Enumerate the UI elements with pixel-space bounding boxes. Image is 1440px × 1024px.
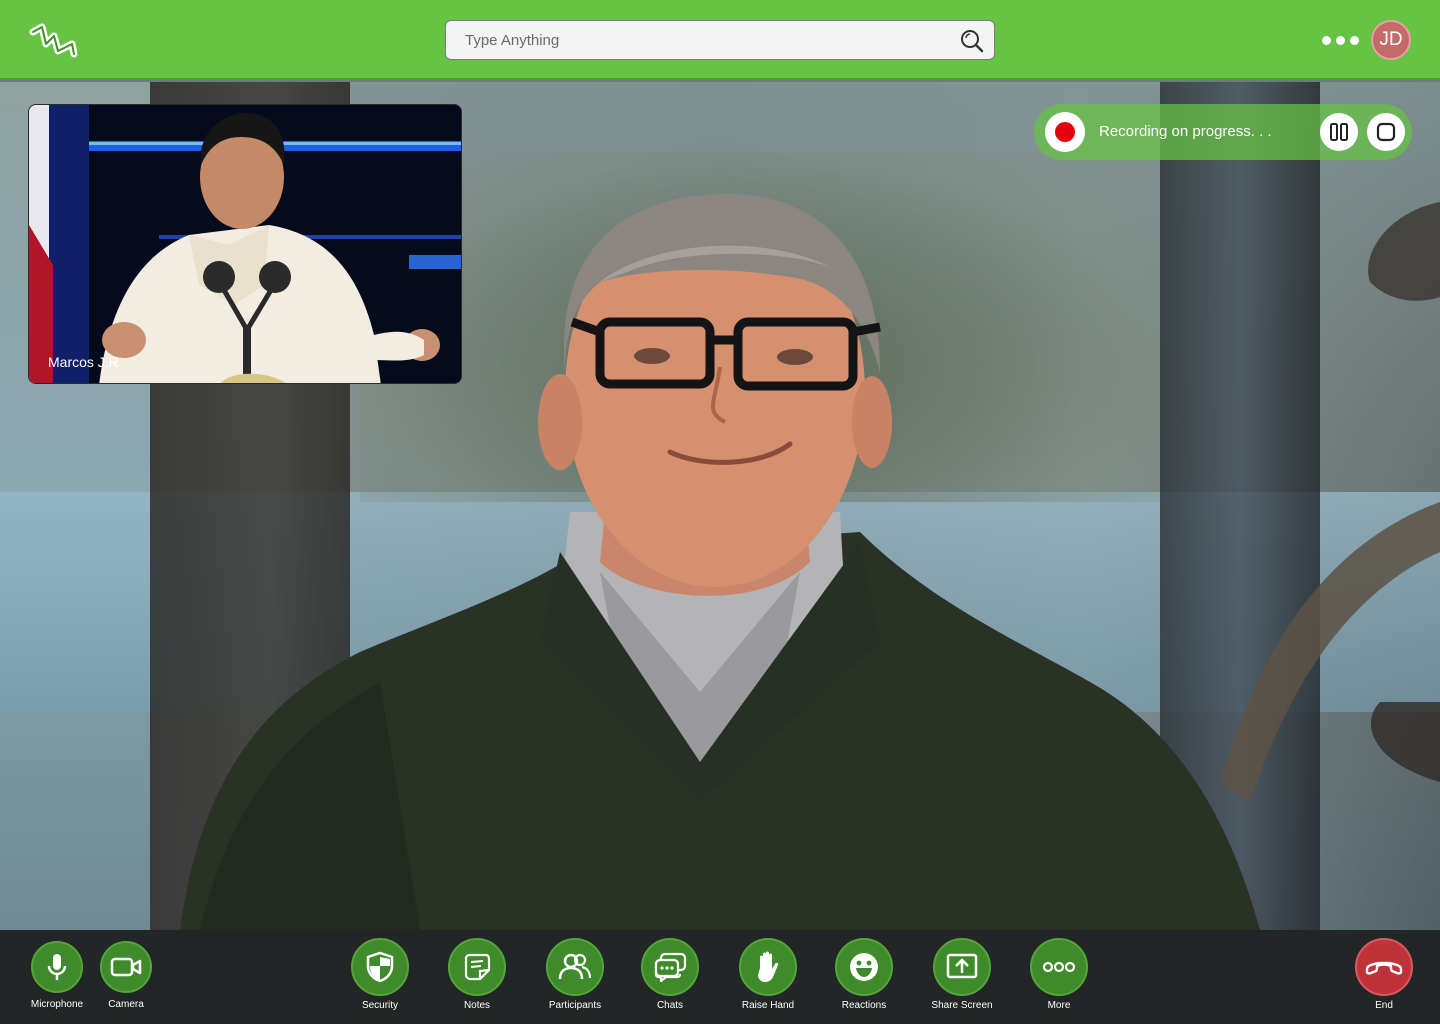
chats-button[interactable]: Chats [627, 938, 713, 1011]
hang-up-icon [1365, 961, 1403, 975]
recording-panel: Recording on progress. . . [1034, 104, 1412, 160]
recording-status-text: Recording on progress. . . [1099, 123, 1272, 140]
notes-button[interactable]: Notes [434, 938, 520, 1011]
hand-icon [758, 951, 779, 982]
pause-icon [1330, 123, 1348, 141]
share-screen-button[interactable]: Share Screen [919, 938, 1005, 1011]
smiley-icon [850, 953, 878, 981]
reactions-button[interactable]: Reactions [821, 938, 907, 1011]
end-label: End [1375, 1000, 1393, 1011]
stop-icon [1376, 122, 1396, 142]
microphone-icon [47, 954, 67, 980]
recording-indicator-icon [1045, 112, 1085, 152]
chats-label: Chats [656, 1000, 684, 1011]
camera-button[interactable]: Camera [83, 938, 169, 1010]
share-screen-label: Share Screen [931, 1000, 993, 1011]
more-horizontal-icon[interactable] [1318, 28, 1362, 52]
shield-icon [366, 951, 394, 983]
pip-video-tile[interactable]: Marcos J.R [28, 104, 462, 384]
end-call-button[interactable]: End [1341, 938, 1427, 1011]
share-screen-icon [946, 953, 978, 979]
chat-icon [654, 952, 687, 982]
more-button[interactable]: More [1016, 938, 1102, 1011]
stop-recording-button[interactable] [1367, 113, 1405, 151]
security-button[interactable]: Security [337, 938, 423, 1011]
pause-recording-button[interactable] [1320, 113, 1358, 151]
participants-button[interactable]: Participants [532, 938, 618, 1011]
pip-video-feed [29, 105, 461, 383]
participants-label: Participants [548, 1000, 602, 1011]
search-bar[interactable]: Type Anything [445, 20, 995, 60]
notes-label: Notes [463, 1000, 491, 1011]
raise-hand-label: Raise Hand [741, 1000, 795, 1011]
top-bar: Type Anything JD [0, 0, 1440, 80]
avatar[interactable]: JD [1371, 20, 1411, 60]
logo-icon[interactable] [26, 18, 82, 64]
camera-label: Camera [108, 999, 144, 1010]
notes-icon [464, 953, 491, 981]
search-icon[interactable] [959, 28, 985, 54]
more-icon [1042, 961, 1076, 973]
raise-hand-button[interactable]: Raise Hand [725, 938, 811, 1011]
pip-participant-name: Marcos J.R [48, 354, 119, 370]
security-label: Security [361, 1000, 399, 1011]
meeting-toolbar: Microphone Camera Security Notes Partici… [0, 930, 1440, 1024]
participants-icon [558, 953, 592, 980]
reactions-label: Reactions [841, 1000, 887, 1011]
more-label: More [1047, 1000, 1071, 1011]
camera-icon [110, 957, 142, 977]
search-input[interactable]: Type Anything [465, 32, 559, 49]
